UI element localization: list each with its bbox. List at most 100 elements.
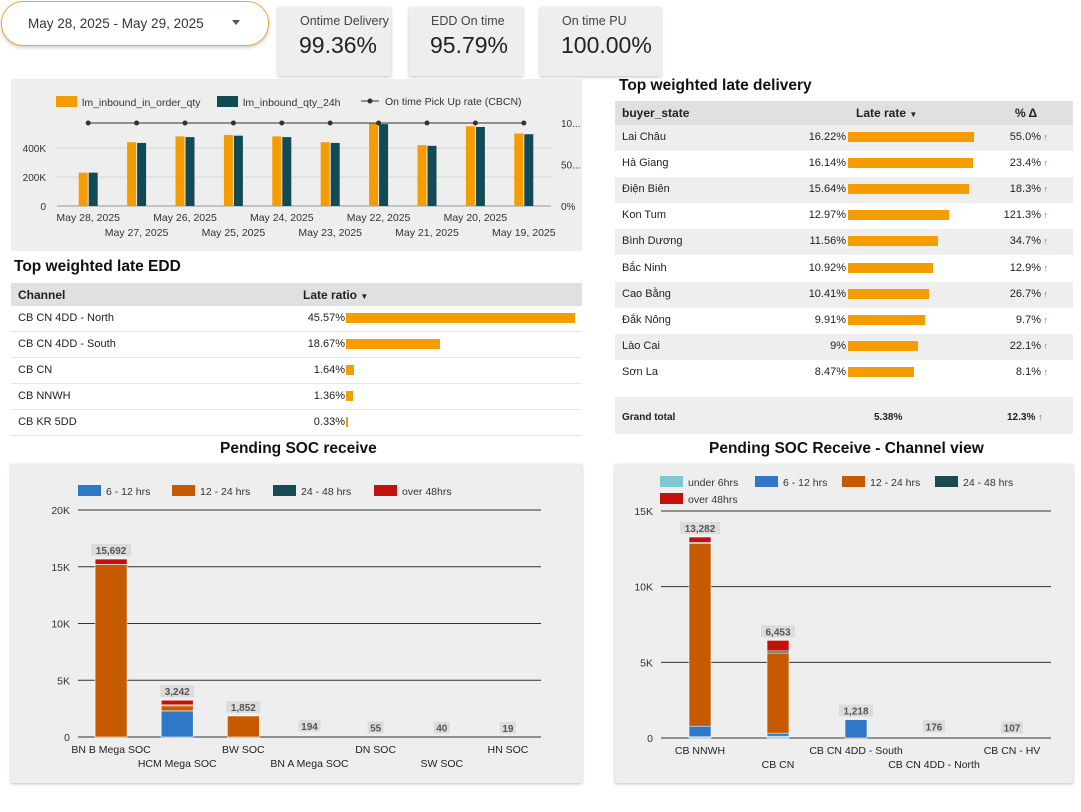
total-label: 1,852	[231, 703, 256, 714]
delta-cell: 18.3% ↑	[975, 183, 1048, 195]
x-tick-label: May 27, 2025	[105, 227, 169, 239]
table-row: Điện Biên 15.64% 18.3% ↑	[615, 177, 1073, 204]
pickup-rate-point	[327, 120, 333, 126]
delta-cell: 8.1% ↑	[975, 366, 1048, 378]
x-tick-label: BN A Mega SOC	[270, 758, 349, 770]
total-label: 194	[301, 722, 318, 733]
legend-swatch	[217, 96, 238, 107]
inbound-chart-panel: lm_inbound_in_order_qty lm_inbound_qty_24…	[11, 79, 582, 251]
x-tick-label: May 20, 2025	[444, 212, 508, 224]
chevron-down-icon[interactable]	[232, 20, 240, 25]
total-label: 3,242	[165, 687, 190, 698]
legend-label: over 48hrs	[688, 494, 738, 506]
channel-cell: CB NNWH	[18, 390, 71, 402]
pending-soc-channel-panel: under 6hrs 6 - 12 hrs 12 - 24 hrs 24 - 48 h…	[615, 464, 1073, 783]
late-rate-bar	[848, 366, 914, 377]
stacked-bar-segment	[688, 725, 712, 738]
buyer-state-header[interactable]: buyer_state	[622, 106, 689, 120]
delta-value: 12.9%	[1009, 261, 1041, 274]
kpi-ontime-delivery: Ontime Delivery 99.36%	[278, 7, 391, 76]
y-tick-label: 10K	[51, 619, 70, 631]
total-label: 1,218	[843, 707, 868, 718]
channel-cell: CB CN 4DD - South	[18, 338, 116, 350]
kpi-value: 95.79%	[430, 32, 509, 58]
channel-cell: CB CN 4DD - North	[18, 312, 114, 324]
total-label: 6,453	[765, 627, 790, 638]
legend-swatch	[660, 493, 683, 504]
y-tick-label: 0	[64, 732, 70, 744]
late-ratio-bar	[346, 339, 440, 349]
bar-inbound-in-order	[465, 126, 475, 206]
late-rate-value: 10.41%	[808, 287, 846, 300]
x-tick-label: DN SOC	[355, 744, 396, 756]
arrow-up-icon: ↑	[1040, 184, 1048, 195]
delta-cell: 23.4% ↑	[975, 157, 1048, 169]
pickup-rate-point	[279, 120, 285, 126]
arrow-up-icon: ↑	[1040, 340, 1048, 351]
delta-header[interactable]: % Δ	[1015, 106, 1037, 120]
legend-label: 6 - 12 hrs	[783, 477, 827, 489]
late-ratio-label: Late ratio	[303, 288, 358, 302]
table-row: Bình Dương 11.56% 34.7% ↑	[615, 229, 1073, 256]
pickup-rate-point	[85, 120, 91, 126]
stacked-bar-segment	[766, 650, 790, 654]
x-tick-label: May 21, 2025	[395, 227, 459, 239]
bar-inbound-24h	[330, 142, 340, 206]
late-rate-bar	[848, 210, 949, 221]
delta-value: 8.1%	[1015, 365, 1041, 378]
arrow-up-icon: ↑	[1038, 412, 1043, 422]
bar-inbound-in-order	[78, 172, 88, 206]
bar-inbound-24h	[233, 135, 243, 206]
x-tick-label: BN B Mega SOC	[71, 744, 151, 756]
stacked-bar-segment	[688, 542, 712, 727]
x-tick-label: May 25, 2025	[202, 227, 266, 239]
delta-cell: 26.7% ↑	[975, 288, 1048, 300]
legend-swatch	[842, 476, 865, 487]
table-row: Sơn La 8.47% 8.1% ↑	[615, 359, 1073, 386]
delta-value: 26.7%	[1009, 287, 1041, 300]
channel-header[interactable]: Channel	[18, 288, 65, 302]
late-rate-value: 15.64%	[808, 183, 846, 196]
legend-label: 24 - 48 hrs	[963, 477, 1013, 489]
buyer-state-cell: Bình Dương	[622, 235, 683, 248]
grand-total-rate: 5.38%	[874, 412, 903, 423]
bar-inbound-24h	[282, 137, 292, 206]
x-tick-label: BW SOC	[222, 744, 265, 756]
legend-swatch	[56, 96, 77, 107]
legend-swatch	[660, 476, 683, 487]
legend-label: under 6hrs	[688, 477, 738, 489]
late-rate-bar	[848, 314, 925, 325]
stacked-bar-segment	[766, 652, 790, 734]
buyer-state-cell: Sơn La	[622, 365, 658, 378]
date-range-picker[interactable]: May 28, 2025 - May 29, 2025	[1, 1, 269, 46]
late-edd-table: Channel Late ratio ▼ CB CN 4DD - North 45…	[11, 283, 582, 436]
delta-cell: 9.7% ↑	[975, 314, 1048, 326]
stacked-bar-segment	[94, 558, 128, 565]
table-row: CB KR 5DD 0.33%	[11, 410, 582, 436]
late-delivery-header: buyer_state Late rate ▼ % Δ	[615, 101, 1073, 125]
x-tick-label: HCM Mega SOC	[138, 758, 217, 770]
y-tick-label: 0	[647, 733, 653, 745]
buyer-state-cell: Đắk Nông	[622, 313, 671, 326]
kpi-value: 99.36%	[299, 32, 378, 58]
table-row: Cao Bằng 10.41% 26.7% ↑	[615, 281, 1073, 308]
kpi-label: EDD On time	[431, 14, 505, 28]
delta-value: 18.3%	[1009, 183, 1041, 196]
buyer-state-cell: Hà Giang	[622, 157, 669, 170]
y-tick-label: 200K	[23, 173, 47, 184]
late-rate-value: 16.22%	[808, 131, 846, 143]
x-tick-label: CB NNWH	[675, 745, 725, 757]
stacked-bar-segment	[766, 732, 790, 737]
pickup-rate-point	[521, 120, 527, 126]
total-label: 15,692	[96, 546, 127, 557]
table-row: Hà Giang 16.14% 23.4% ↑	[615, 151, 1073, 178]
total-label: 176	[926, 722, 943, 733]
grand-total-label: Grand total	[622, 412, 676, 423]
legend-label: over 48hrs	[402, 486, 452, 498]
late-ratio-header[interactable]: Late ratio ▼	[303, 288, 368, 302]
arrow-up-icon: ↑	[1040, 210, 1048, 221]
y-right-tick-label: 10...	[561, 119, 580, 130]
late-rate-header[interactable]: Late rate ▼	[856, 106, 917, 120]
late-rate-bar	[848, 158, 974, 169]
x-tick-label: May 24, 2025	[250, 212, 314, 224]
